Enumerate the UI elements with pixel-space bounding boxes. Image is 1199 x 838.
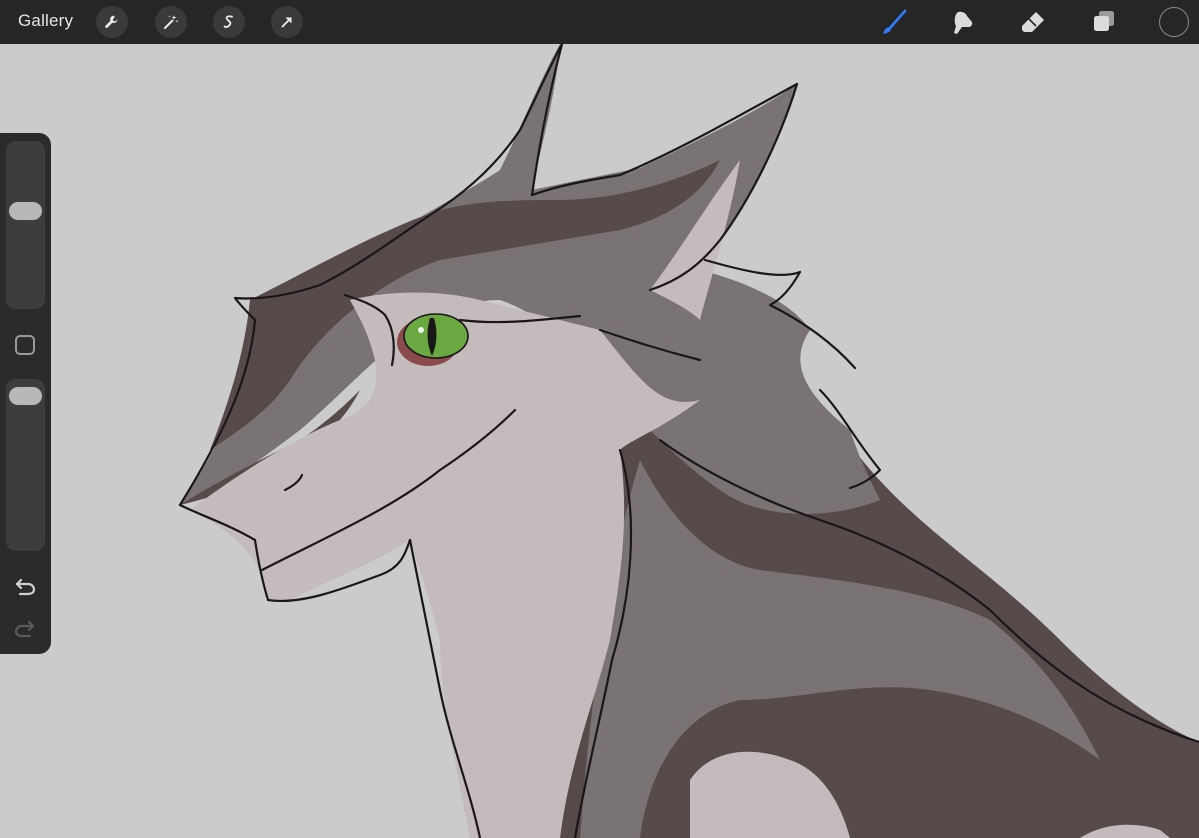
eraser-tool-button[interactable] [1017, 6, 1049, 38]
selection-s-icon [223, 15, 233, 28]
side-toolbar [0, 133, 51, 654]
redo-icon[interactable] [13, 616, 37, 640]
undo-icon[interactable] [13, 574, 37, 598]
opacity-thumb[interactable] [9, 387, 42, 405]
brush-size-thumb[interactable] [9, 202, 42, 220]
eye-highlight [418, 327, 424, 333]
wolf-creature-artwork [178, 44, 1199, 838]
transform-arrow-icon [281, 17, 292, 28]
transform-button[interactable] [271, 6, 303, 38]
magic-wand-icon [164, 15, 179, 29]
eraser-icon [1022, 12, 1044, 32]
actions-button[interactable] [96, 6, 128, 38]
brush-size-slider[interactable] [6, 141, 45, 309]
layers-button[interactable] [1088, 6, 1120, 38]
wrench-icon [105, 15, 118, 28]
drawing-canvas[interactable] [0, 44, 1199, 838]
selection-button[interactable] [213, 6, 245, 38]
top-toolbar: Gallery [0, 0, 1199, 44]
modify-button[interactable] [15, 335, 35, 355]
paint-tool-button[interactable] [878, 6, 910, 38]
adjustments-button[interactable] [155, 6, 187, 38]
layers-icon [1094, 11, 1114, 31]
opacity-slider[interactable] [6, 379, 45, 551]
procreate-app: Gallery [0, 0, 1199, 838]
smudge-icon [954, 11, 973, 34]
color-picker-button[interactable] [1159, 7, 1189, 37]
smudge-tool-button[interactable] [947, 6, 979, 38]
brush-icon [883, 9, 907, 34]
gallery-button[interactable]: Gallery [18, 11, 73, 31]
